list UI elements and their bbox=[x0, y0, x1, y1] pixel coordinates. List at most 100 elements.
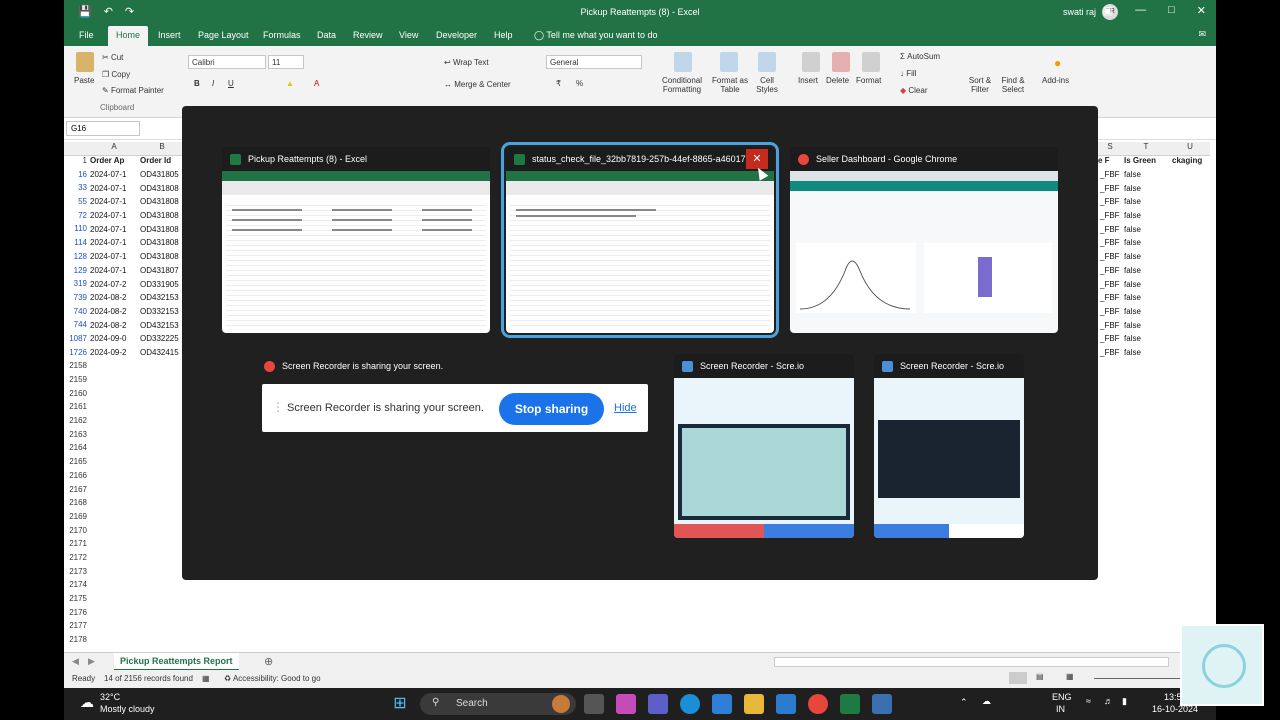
sort-filter-button[interactable]: Sort & Filter bbox=[966, 76, 994, 94]
row-number[interactable]: 16 bbox=[64, 170, 90, 184]
drag-handle-icon[interactable]: ⋮ bbox=[272, 400, 284, 414]
table-cell[interactable]: false bbox=[1124, 266, 1141, 280]
table-cell[interactable]: OD331905 bbox=[140, 280, 179, 294]
file-explorer-icon[interactable] bbox=[744, 694, 764, 714]
tab-page-layout[interactable]: Page Layout bbox=[198, 30, 249, 40]
vscode-icon[interactable] bbox=[776, 694, 796, 714]
table-cell[interactable]: OD332153 bbox=[140, 307, 179, 321]
column-header-u[interactable]: U bbox=[1170, 142, 1210, 156]
table-cell[interactable]: 2024-07-1 bbox=[90, 170, 126, 184]
table-cell[interactable]: false bbox=[1124, 170, 1141, 184]
minimize-icon[interactable]: — bbox=[1135, 4, 1146, 17]
table-cell[interactable]: OD431808 bbox=[140, 225, 179, 239]
row-number[interactable]: 2165 bbox=[64, 457, 90, 471]
tab-data[interactable]: Data bbox=[317, 30, 336, 40]
volume-icon[interactable]: ♬ bbox=[1104, 696, 1113, 706]
hide-link[interactable]: Hide bbox=[614, 402, 637, 414]
header-cell-packaging[interactable]: ckaging bbox=[1172, 156, 1202, 170]
fill-color-icon[interactable]: ▲ bbox=[286, 79, 294, 88]
row-number[interactable]: 129 bbox=[64, 266, 90, 280]
format-cells-icon[interactable] bbox=[862, 52, 880, 72]
table-cell[interactable]: 2024-08-2 bbox=[90, 307, 126, 321]
format-cells-button[interactable]: Format bbox=[856, 76, 881, 85]
row-number[interactable]: 2175 bbox=[64, 594, 90, 608]
table-cell[interactable]: OD432415 bbox=[140, 348, 179, 362]
prev-sheet-icon[interactable]: ◀ bbox=[72, 656, 79, 667]
table-cell[interactable]: 2024-09-2 bbox=[90, 348, 126, 362]
table-cell[interactable]: false bbox=[1124, 280, 1141, 294]
table-cell[interactable]: OD431808 bbox=[140, 184, 179, 198]
format-as-table-button[interactable]: Format as Table bbox=[710, 76, 750, 94]
row-number[interactable]: 2162 bbox=[64, 416, 90, 430]
percent-icon[interactable]: % bbox=[576, 79, 583, 88]
sheet-tab-pickup-reattempts[interactable]: Pickup Reattempts Report bbox=[114, 653, 239, 671]
table-cell[interactable]: 2024-07-2 bbox=[90, 280, 126, 294]
table-cell[interactable]: _FBF bbox=[1100, 334, 1120, 348]
table-cell[interactable]: 2024-07-1 bbox=[90, 211, 126, 225]
table-cell[interactable]: 2024-08-2 bbox=[90, 293, 126, 307]
table-cell[interactable]: false bbox=[1124, 321, 1141, 335]
header-cell-is-green[interactable]: Is Green bbox=[1124, 156, 1156, 170]
weather-icon[interactable]: ☁ bbox=[80, 694, 94, 711]
merge-center-button[interactable]: ↔ Merge & Center bbox=[444, 80, 511, 89]
row-number[interactable]: 1 bbox=[64, 156, 90, 170]
insert-cells-icon[interactable] bbox=[802, 52, 820, 72]
row-number[interactable]: 2170 bbox=[64, 526, 90, 540]
font-family-select[interactable]: Calibri bbox=[188, 55, 266, 69]
delete-cells-icon[interactable] bbox=[832, 52, 850, 72]
font-color-icon[interactable]: A bbox=[314, 79, 319, 88]
row-number[interactable]: 72 bbox=[64, 211, 90, 225]
cell-styles-button[interactable]: Cell Styles bbox=[752, 76, 782, 94]
screen-recorder-taskbar-icon[interactable] bbox=[872, 694, 892, 714]
table-cell[interactable]: false bbox=[1124, 238, 1141, 252]
weather-desc[interactable]: Mostly cloudy bbox=[100, 704, 155, 714]
ribbon-display-icon[interactable]: ▣ bbox=[1103, 4, 1113, 17]
cut-button[interactable]: ✂ Cut bbox=[102, 53, 123, 62]
table-cell[interactable]: false bbox=[1124, 225, 1141, 239]
cell-styles-icon[interactable] bbox=[758, 52, 776, 72]
header-cell-order-id[interactable]: Order Id bbox=[140, 156, 171, 170]
table-cell[interactable]: _FBF bbox=[1100, 307, 1120, 321]
clear-button[interactable]: ◆ Clear bbox=[900, 86, 928, 95]
copilot-icon[interactable] bbox=[616, 694, 636, 714]
row-number[interactable]: 2161 bbox=[64, 402, 90, 416]
table-cell[interactable]: _FBF bbox=[1100, 184, 1120, 198]
battery-icon[interactable]: ▮ bbox=[1122, 696, 1127, 707]
task-view-window-screen-recorder-2[interactable]: Screen Recorder - Scre.io bbox=[874, 354, 1024, 538]
copy-button[interactable]: ❐ Copy bbox=[102, 70, 130, 79]
table-cell[interactable]: false bbox=[1124, 334, 1141, 348]
underline-button[interactable]: U bbox=[228, 79, 234, 88]
table-cell[interactable]: _FBF bbox=[1100, 348, 1120, 362]
tab-insert[interactable]: Insert bbox=[158, 30, 181, 40]
row-number[interactable]: 2174 bbox=[64, 580, 90, 594]
close-window-button[interactable]: ✕ bbox=[746, 149, 768, 169]
paste-icon[interactable] bbox=[76, 52, 94, 72]
row-number[interactable]: 2163 bbox=[64, 430, 90, 444]
task-view-window-seller-dashboard[interactable]: Seller Dashboard - Google Chrome bbox=[790, 147, 1058, 333]
table-cell[interactable]: OD432153 bbox=[140, 293, 179, 307]
page-layout-view-icon[interactable]: ▤ bbox=[1036, 672, 1044, 681]
task-view-icon[interactable] bbox=[584, 694, 604, 714]
macro-record-icon[interactable]: ▦ bbox=[202, 674, 210, 683]
bold-button[interactable]: B bbox=[194, 79, 200, 88]
horizontal-scrollbar[interactable] bbox=[774, 657, 1169, 667]
row-number[interactable]: 2171 bbox=[64, 539, 90, 553]
table-cell[interactable]: OD332225 bbox=[140, 334, 179, 348]
table-cell[interactable]: _FBF bbox=[1100, 170, 1120, 184]
table-cell[interactable]: 2024-07-1 bbox=[90, 184, 126, 198]
row-number[interactable]: 739 bbox=[64, 293, 90, 307]
row-number[interactable]: 2176 bbox=[64, 608, 90, 622]
header-cell-order-approved[interactable]: Order Ap bbox=[90, 156, 124, 170]
row-number[interactable]: 744 bbox=[64, 320, 90, 334]
table-cell[interactable]: false bbox=[1124, 307, 1141, 321]
add-sheet-icon[interactable]: ⊕ bbox=[264, 655, 273, 668]
addins-button[interactable]: Add-ins bbox=[1042, 76, 1069, 85]
teams-icon[interactable] bbox=[648, 694, 668, 714]
task-view-window-sharing-banner[interactable]: Screen Recorder is sharing your screen. … bbox=[256, 354, 654, 438]
table-cell[interactable]: 2024-09-0 bbox=[90, 334, 126, 348]
select-all-corner[interactable] bbox=[64, 142, 90, 156]
row-number[interactable]: 740 bbox=[64, 307, 90, 321]
conditional-formatting-icon[interactable] bbox=[674, 52, 692, 72]
table-cell[interactable]: _FBF bbox=[1100, 321, 1120, 335]
table-cell[interactable]: 2024-07-1 bbox=[90, 225, 126, 239]
